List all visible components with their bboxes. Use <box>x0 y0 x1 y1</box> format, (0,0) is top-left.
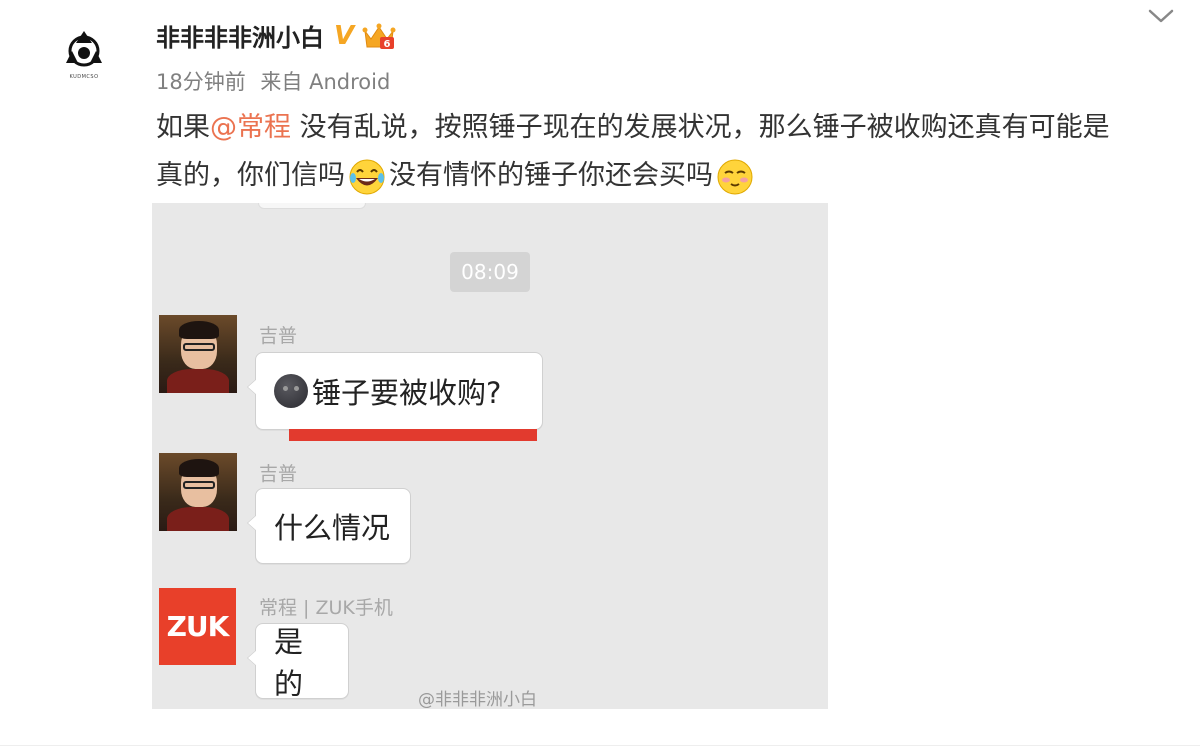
divider <box>0 745 1200 746</box>
post-text: 如果@常程 没有乱说，按照锤子现在的发展状况，那么锤子被收购还真有可能是 真的，… <box>156 104 1176 200</box>
chat-timestamp: 08:09 <box>450 252 530 292</box>
post-text-part: 真的，你们信吗 <box>156 160 345 191</box>
chat-screenshot-image[interactable]: 08:09 吉普 锤子要被收购? 吉普 什么情况 ZUK 常程 | ZUK手机 … <box>152 203 828 709</box>
laughing-tears-emoji <box>349 159 385 194</box>
mention-link[interactable]: @常程 <box>210 112 291 143</box>
chat-message-text: 什么情况 <box>274 511 391 545</box>
chat-message-text: 是的 <box>274 625 304 701</box>
svg-text:6: 6 <box>384 39 391 50</box>
image-watermark: @非非非洲小白 <box>418 690 537 709</box>
sender-name: 常程 | ZUK手机 <box>259 597 393 619</box>
sly-face-emoji <box>717 159 753 194</box>
post-text-part: 没有乱说，按照锤子现在的发展状况，那么锤子被收购还真有可能是 <box>291 112 1110 143</box>
post-meta: 18分钟前 来自 Android <box>156 66 398 96</box>
chat-bubble: 是的 <box>247 623 349 701</box>
username[interactable]: 非非非非洲小白 <box>156 18 324 53</box>
chat-bubble: 锤子要被收购? <box>247 352 543 430</box>
sender-name: 吉普 <box>259 325 298 347</box>
post-username-row: 非非非非洲小白 V 6 <box>156 18 396 53</box>
chat-message-text: 锤子要被收购? <box>312 376 502 410</box>
user-avatar[interactable]: KUDMCSO <box>50 20 118 88</box>
zuk-logo-avatar: ZUK <box>159 588 236 665</box>
dark-face-emoji <box>274 374 308 408</box>
chevron-down-icon[interactable] <box>1146 6 1176 26</box>
red-highlight-bar <box>289 429 537 441</box>
sender-avatar <box>159 453 237 531</box>
avatar-logo-text: KUDMCSO <box>69 73 99 80</box>
sender-name: 吉普 <box>259 463 298 485</box>
avatar-logo-icon <box>66 30 102 66</box>
chat-bubble: 什么情况 <box>247 488 411 564</box>
post-text-part: 没有情怀的锤子你还会买吗 <box>389 160 713 191</box>
post-time[interactable]: 18分钟前 <box>156 70 246 94</box>
sender-avatar <box>159 315 237 393</box>
previous-bubble-edge <box>258 203 366 209</box>
vip-crown-icon[interactable]: 6 <box>362 21 396 51</box>
verified-v-icon[interactable]: V <box>334 23 354 49</box>
post-source[interactable]: 来自 Android <box>260 70 390 94</box>
post-text-part: 如果 <box>156 112 210 143</box>
